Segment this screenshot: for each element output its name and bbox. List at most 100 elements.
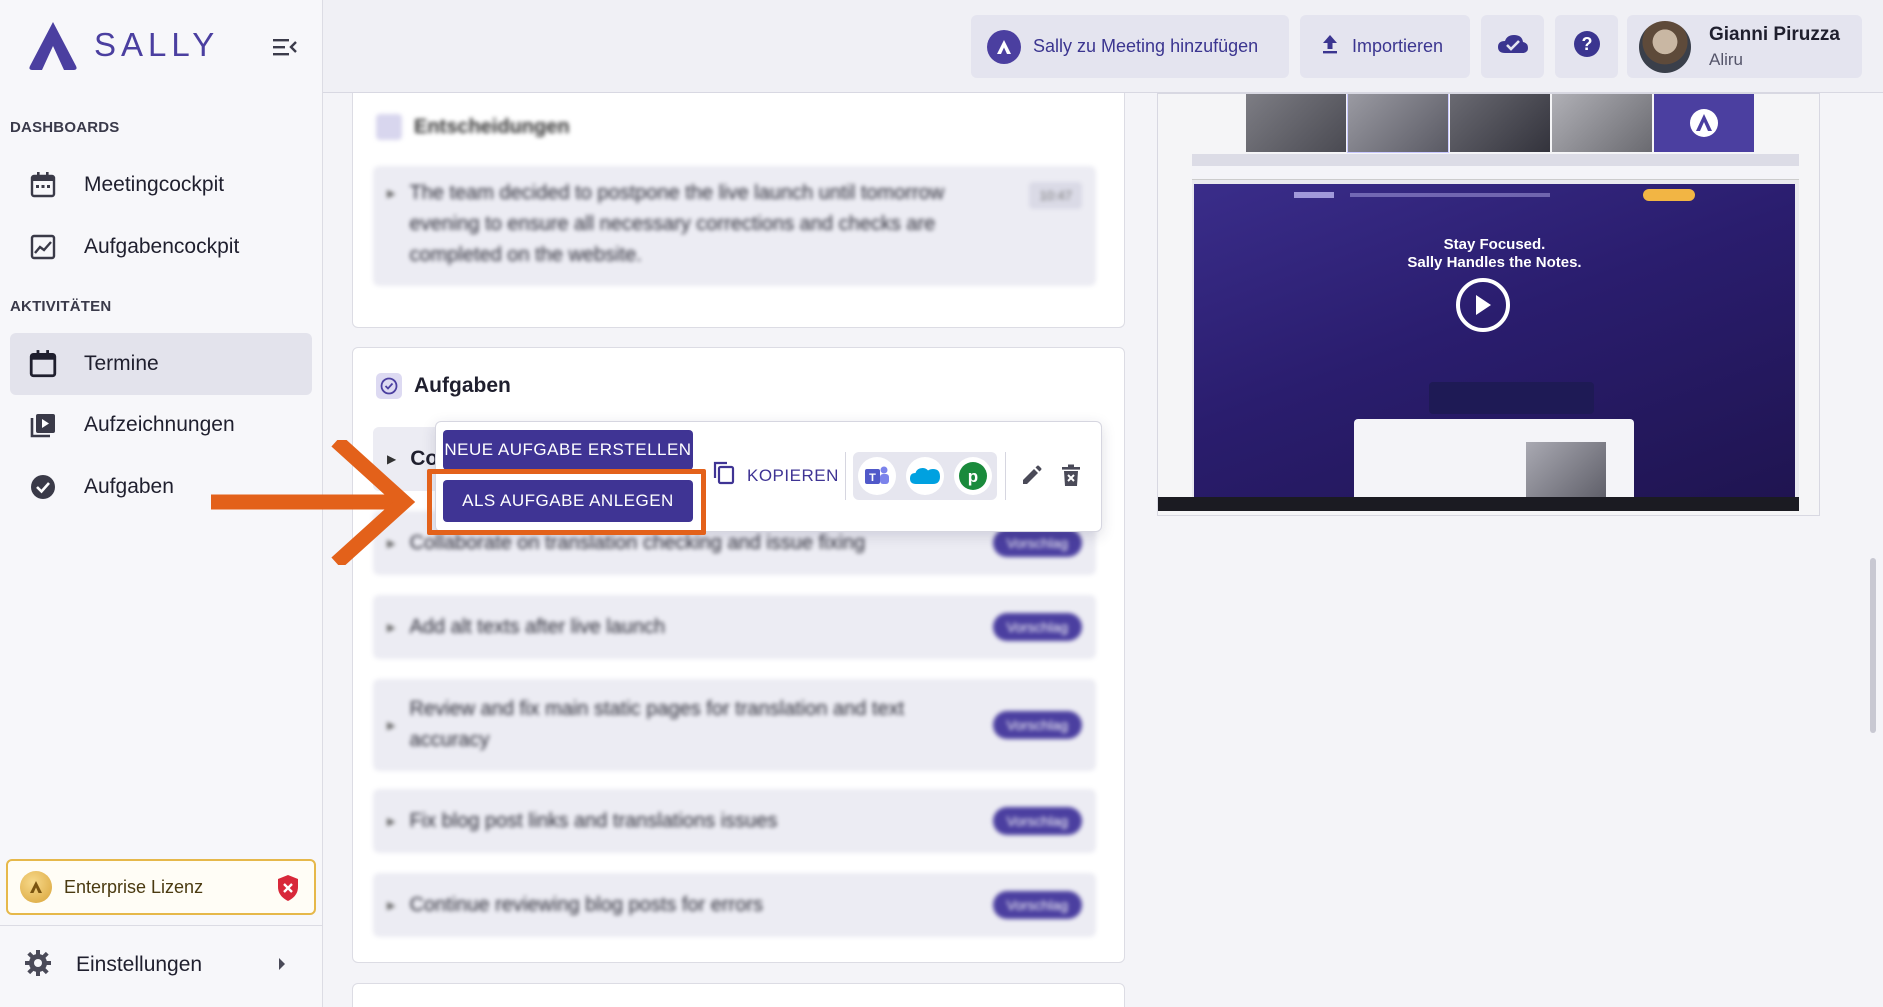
- license-label: Enterprise Lizenz: [64, 876, 204, 897]
- svg-text:T: T: [869, 472, 876, 484]
- sidebar-item-label: Aufgaben: [84, 475, 174, 498]
- decisions-icon: [376, 114, 402, 140]
- status-badge: Vorschlag: [992, 529, 1082, 557]
- task-row[interactable]: ▶ Continue reviewing blog posts for erro…: [373, 873, 1096, 937]
- section-label-activities: AKTIVITÄTEN: [10, 298, 112, 315]
- sidebar-divider: [0, 925, 323, 926]
- task-row-text: Continue reviewing blog posts for errors: [409, 893, 763, 916]
- logo-text: SALLY: [94, 26, 220, 63]
- shared-website: Stay Focused. Sally Handles the Notes.: [1194, 184, 1795, 504]
- sidebar-item-aufgabencockpit[interactable]: Aufgabencockpit: [10, 216, 312, 278]
- decision-text: The team decided to postpone the live la…: [409, 182, 945, 266]
- popup-divider: [845, 452, 846, 500]
- participant-thumbnail: [1552, 94, 1652, 152]
- task-row[interactable]: ▶ Review and fix main static pages for t…: [373, 679, 1096, 771]
- new-task-button[interactable]: NEUE AUFGABE ERSTELLEN: [443, 430, 693, 470]
- sidebar-item-label: Aufgabencockpit: [84, 235, 240, 258]
- cloud-sync-button[interactable]: [1481, 15, 1544, 78]
- import-button[interactable]: Importieren: [1300, 15, 1470, 78]
- task-row[interactable]: ▶ Add alt texts after live launch Vorsch…: [373, 595, 1096, 659]
- video-headline-1: Stay Focused.: [1443, 236, 1546, 253]
- upload-icon: [1320, 33, 1340, 60]
- salesforce-icon[interactable]: [906, 457, 944, 495]
- sally-logo[interactable]: SALLY: [24, 18, 219, 72]
- video-library-icon: [28, 410, 58, 440]
- expand-icon: ▶: [387, 719, 396, 732]
- gear-icon: [24, 949, 52, 982]
- status-badge: Vorschlag: [992, 613, 1082, 641]
- caret-right-icon: [277, 957, 287, 976]
- help-button[interactable]: ?: [1555, 15, 1618, 78]
- user-menu[interactable]: Gianni Piruzza Aliru: [1627, 15, 1862, 78]
- pipedrive-icon[interactable]: p: [954, 457, 992, 495]
- expand-icon: ▶: [387, 188, 396, 200]
- calendar-icon: [28, 349, 58, 379]
- user-org: Aliru: [1709, 49, 1744, 69]
- play-button[interactable]: [1456, 278, 1510, 332]
- svg-text:p: p: [968, 467, 978, 486]
- collapse-sidebar-button[interactable]: [270, 32, 300, 62]
- edit-icon[interactable]: [1020, 463, 1044, 492]
- license-badge[interactable]: Enterprise Lizenz: [6, 859, 316, 915]
- import-label: Importieren: [1352, 36, 1444, 56]
- popup-divider: [1005, 452, 1006, 500]
- delete-icon[interactable]: [1060, 464, 1082, 493]
- play-icon: [1476, 295, 1491, 315]
- status-badge: Vorschlag: [992, 711, 1082, 739]
- tasks-title: Aufgaben: [376, 373, 511, 399]
- tasks-title-text: Aufgaben: [414, 374, 511, 397]
- task-row-text: Review and fix main static pages for tra…: [409, 698, 905, 751]
- copy-button[interactable]: KOPIEREN: [713, 461, 839, 490]
- sidebar-item-settings[interactable]: Einstellungen: [0, 935, 323, 995]
- highlight-frame: [427, 469, 706, 535]
- arrow-annotation-icon: [211, 440, 416, 565]
- new-task-label: NEUE AUFGABE ERSTELLEN: [444, 440, 692, 459]
- cloud-check-icon: [1497, 33, 1529, 60]
- task-row-text: Fix blog post links and translations iss…: [409, 809, 778, 832]
- top-header: Sally zu Meeting hinzufügen Importieren …: [323, 0, 1883, 93]
- chart-icon: [28, 232, 58, 262]
- expand-icon: ▶: [387, 621, 396, 634]
- status-badge: Vorschlag: [992, 891, 1082, 919]
- sidebar-item-termine[interactable]: Termine: [10, 333, 312, 395]
- shield-error-icon: [276, 874, 300, 907]
- page-scrollbar[interactable]: [1870, 558, 1876, 733]
- add-sally-to-meeting-button[interactable]: Sally zu Meeting hinzufügen: [971, 15, 1289, 78]
- sally-logo-icon: [29, 22, 77, 70]
- integrations-group: T p: [853, 452, 997, 500]
- sally-icon: [987, 29, 1021, 64]
- copy-icon: [713, 461, 735, 490]
- participant-thumbnail: [1246, 94, 1346, 152]
- status-badge: Vorschlag: [992, 807, 1082, 835]
- decision-time: 10:47: [1029, 182, 1082, 209]
- add-meeting-label: Sally zu Meeting hinzufügen: [1033, 36, 1259, 56]
- sidebar-item-label: Termine: [84, 352, 159, 375]
- copy-label: KOPIEREN: [747, 465, 839, 485]
- menu-collapse-icon: [273, 39, 297, 56]
- expand-icon: ▶: [387, 815, 396, 828]
- task-row-text: Add alt texts after live launch: [409, 615, 666, 638]
- taskbar: [1158, 497, 1799, 511]
- participant-thumbnail: [1450, 94, 1550, 152]
- next-card: [352, 983, 1125, 1007]
- user-name: Gianni Piruzza: [1709, 23, 1840, 45]
- calendar-icon: [28, 170, 58, 200]
- svg-text:?: ?: [1581, 34, 1592, 54]
- sally-bot-thumbnail: [1654, 94, 1754, 152]
- sidebar-item-label: Meetingcockpit: [84, 173, 225, 196]
- sidebar-item-meetingcockpit[interactable]: Meetingcockpit: [10, 154, 312, 216]
- check-circle-icon: [28, 472, 58, 502]
- section-label-dashboards: DASHBOARDS: [10, 119, 120, 136]
- participant-thumbnail: [1347, 94, 1449, 153]
- video-headline-2: Sally Handles the Notes.: [1407, 254, 1582, 271]
- decisions-title: Entscheidungen: [376, 114, 570, 140]
- task-row[interactable]: ▶ Fix blog post links and translations i…: [373, 789, 1096, 853]
- expand-icon: ▶: [387, 899, 396, 912]
- task-check-icon: [376, 373, 402, 399]
- help-icon: ?: [1573, 30, 1601, 63]
- participant-thumbnails: [1246, 94, 1754, 153]
- decision-item[interactable]: ▶ The team decided to postpone the live …: [373, 166, 1096, 286]
- decisions-title-text: Entscheidungen: [414, 115, 570, 138]
- teams-icon[interactable]: T: [858, 457, 896, 495]
- settings-label: Einstellungen: [76, 953, 203, 976]
